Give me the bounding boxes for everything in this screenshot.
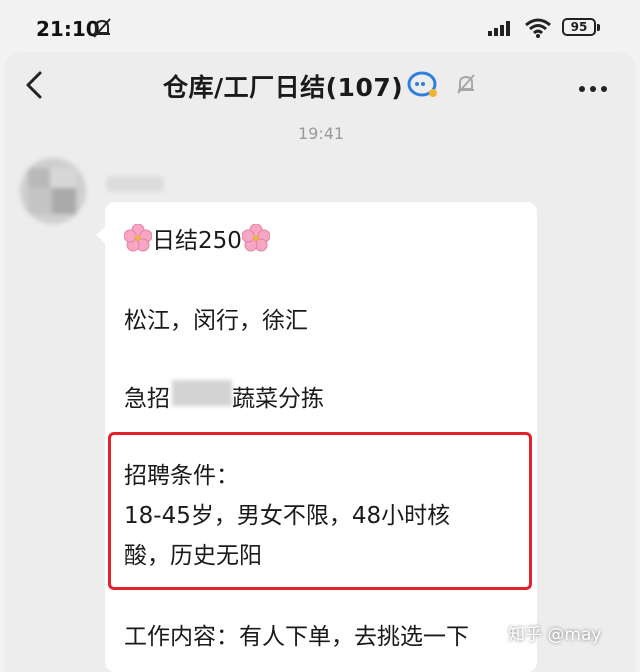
group-icon[interactable] bbox=[406, 70, 440, 104]
highlight-box bbox=[108, 432, 532, 590]
chat-title: 仓库/工厂日结(107) bbox=[163, 73, 404, 102]
mute-icon bbox=[90, 16, 114, 44]
redacted-text bbox=[172, 380, 232, 406]
status-bar: 21:10 95 bbox=[0, 0, 640, 52]
battery-icon: 95 bbox=[562, 18, 600, 36]
wifi-icon bbox=[524, 18, 552, 42]
avatar[interactable] bbox=[20, 158, 86, 224]
watermark: 知乎 @may bbox=[508, 625, 602, 645]
more-icon[interactable] bbox=[578, 78, 608, 97]
cherry-blossom-icon bbox=[123, 223, 153, 258]
message-line-urgent-suffix: 蔬菜分拣 bbox=[232, 386, 324, 412]
sender-name bbox=[106, 176, 164, 192]
bell-off-icon bbox=[454, 72, 478, 100]
message-timestamp: 19:41 bbox=[298, 124, 345, 143]
message-line-urgent-prefix: 急招 bbox=[124, 386, 170, 412]
cherry-blossom-icon bbox=[241, 223, 271, 258]
signal-icon bbox=[488, 20, 516, 40]
message-line-daily-pay: 日结250 bbox=[123, 221, 271, 258]
daily-pay-text: 日结250 bbox=[152, 228, 242, 254]
message-line-locations: 松江，闵行，徐汇 bbox=[124, 308, 308, 334]
work-content-line: 工作内容：有人下单，去挑选一下 bbox=[124, 624, 469, 650]
back-icon[interactable] bbox=[22, 70, 48, 104]
